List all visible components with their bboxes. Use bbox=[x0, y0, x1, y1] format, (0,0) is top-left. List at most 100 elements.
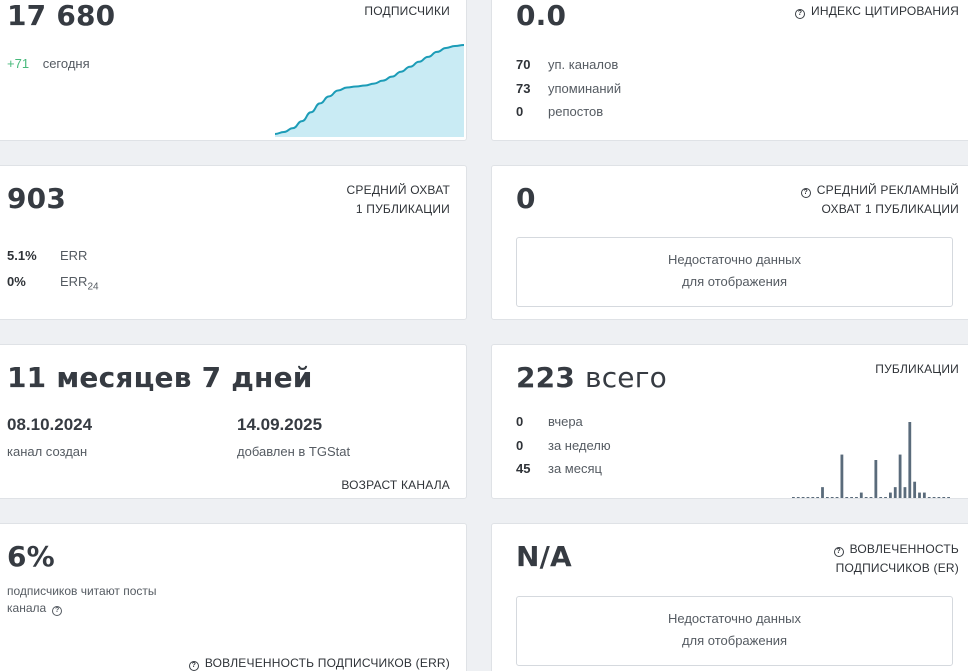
posts-bar bbox=[859, 492, 863, 498]
posts-bar bbox=[850, 497, 853, 498]
posts-bar bbox=[864, 497, 868, 498]
err-description: подписчиков читают посты канала? bbox=[7, 583, 157, 617]
posts-bar bbox=[806, 497, 810, 498]
subscribers-count: 17 680 bbox=[7, 0, 116, 32]
help-icon[interactable]: ? bbox=[800, 188, 811, 198]
ad-reach-title-line1: СРЕДНИЙ РЕКЛАМНЫЙ bbox=[816, 183, 959, 197]
posts-bar bbox=[811, 497, 815, 498]
posts-bar bbox=[922, 492, 926, 498]
ad-reach-nodata-line1: Недостаточно данных bbox=[668, 252, 801, 267]
posts-title: ПУБЛИКАЦИИ bbox=[875, 362, 959, 376]
subscribers-card: 17 680 ПОДПИСЧИКИ +71 сегодня bbox=[0, 0, 467, 141]
posts-month-label: за месяц bbox=[548, 461, 602, 476]
posts-bar bbox=[913, 481, 917, 498]
citation-channels-label: уп. каналов bbox=[548, 57, 619, 72]
reach-err-value: 5.1% bbox=[7, 248, 37, 263]
citation-channels-count: 70 bbox=[516, 57, 531, 72]
posts-row-yesterday: 0 вчера bbox=[516, 414, 583, 429]
subscribers-title: ПОДПИСЧИКИ bbox=[364, 4, 450, 18]
reach-title-line1: СРЕДНИЙ ОХВАТ bbox=[346, 183, 450, 197]
er-nodata-line1: Недостаточно данных bbox=[668, 611, 801, 626]
posts-row-month: 45 за месяц bbox=[516, 461, 602, 476]
posts-bar bbox=[927, 497, 931, 498]
reach-err-row: 5.1% ERR bbox=[7, 248, 87, 263]
er-title-line2: ПОДПИСЧИКОВ (ER) bbox=[835, 561, 959, 575]
citation-row-channels: 70 уп. каналов bbox=[516, 57, 618, 72]
channel-added-date: 14.09.2025 bbox=[237, 415, 323, 434]
reach-err24-subscript: 24 bbox=[87, 281, 99, 293]
posts-bar bbox=[903, 487, 907, 498]
posts-bar bbox=[942, 497, 946, 498]
posts-bar bbox=[869, 497, 873, 498]
posts-month-count: 45 bbox=[516, 461, 531, 476]
channel-age-title: ВОЗРАСТ КАНАЛА bbox=[341, 478, 450, 492]
citation-mentions-label: упоминаний bbox=[548, 81, 622, 96]
help-icon[interactable]: ? bbox=[795, 9, 806, 19]
posts-bar bbox=[884, 497, 887, 498]
posts-bar bbox=[816, 497, 820, 498]
er-title[interactable]: ? ВОВЛЕЧЕННОСТЬ ПОДПИСЧИКОВ (ER) bbox=[833, 540, 959, 578]
posts-bar bbox=[855, 497, 858, 498]
posts-card: 223 всего ПУБЛИКАЦИИ 0 вчера 0 за неделю 4… bbox=[491, 344, 968, 499]
posts-row-week: 0 за неделю bbox=[516, 438, 611, 453]
reach-err24-label: ERR bbox=[60, 274, 88, 289]
err-title-text: ВОВЛЕЧЕННОСТЬ ПОДПИСЧИКОВ (ERR) bbox=[204, 656, 450, 670]
posts-bar bbox=[821, 487, 824, 498]
er-card: N/A ? ВОВЛЕЧЕННОСТЬ ПОДПИСЧИКОВ (ER) Недо… bbox=[491, 523, 968, 671]
posts-bar bbox=[918, 492, 921, 498]
channel-added-label: добавлен в TGStat bbox=[237, 444, 351, 459]
err-description-line1: подписчиков читают посты bbox=[7, 584, 157, 598]
err-description-line2: канала bbox=[7, 601, 47, 615]
citation-row-mentions: 73 упоминаний bbox=[516, 81, 621, 96]
ad-reach-title[interactable]: ? СРЕДНИЙ РЕКЛАМНЫЙ ОХВАТ 1 ПУБЛИКАЦИИ bbox=[800, 181, 959, 219]
posts-yesterday-count: 0 bbox=[516, 414, 524, 429]
posts-bar bbox=[792, 497, 795, 498]
posts-bar bbox=[937, 497, 941, 498]
help-icon[interactable]: ? bbox=[188, 661, 199, 671]
channel-created-label: канал создан bbox=[7, 444, 88, 459]
posts-bar bbox=[825, 497, 829, 498]
ad-reach-nodata: Недостаточно данных для отображения bbox=[516, 237, 953, 307]
channel-age-card: 11 месяцев 7 дней 08.10.2024 канал созда… bbox=[0, 344, 467, 499]
help-icon[interactable]: ? bbox=[833, 547, 844, 557]
ad-reach-title-line2: ОХВАТ 1 ПУБЛИКАЦИИ bbox=[821, 202, 959, 216]
posts-week-label: за неделю bbox=[548, 438, 611, 453]
channel-created-date: 08.10.2024 bbox=[7, 415, 93, 434]
posts-bar bbox=[801, 497, 805, 498]
help-icon[interactable]: ? bbox=[52, 606, 63, 616]
posts-bar bbox=[879, 497, 883, 498]
ad-reach-card: 0 ? СРЕДНИЙ РЕКЛАМНЫЙ ОХВАТ 1 ПУБЛИКАЦИИ … bbox=[491, 165, 968, 320]
posts-bar bbox=[874, 460, 878, 498]
citation-reposts-label: репостов bbox=[548, 104, 604, 119]
ad-reach-value: 0 bbox=[516, 182, 536, 215]
reach-title: СРЕДНИЙ ОХВАТ 1 ПУБЛИКАЦИИ bbox=[347, 181, 450, 219]
posts-bar bbox=[796, 497, 800, 498]
posts-bar bbox=[830, 497, 834, 498]
posts-bar bbox=[840, 454, 844, 498]
subscribers-delta-row: +71 сегодня bbox=[7, 56, 90, 71]
subscribers-trend-area bbox=[275, 45, 464, 137]
er-nodata: Недостаточно данных для отображения bbox=[516, 596, 953, 666]
err-card: 6% подписчиков читают посты канала? ? ВОВ… bbox=[0, 523, 467, 671]
citation-title[interactable]: ? ИНДЕКС ЦИТИРОВАНИЯ bbox=[795, 2, 959, 21]
posts-total: 223 всего bbox=[516, 361, 667, 394]
err-title[interactable]: ? ВОВЛЕЧЕННОСТЬ ПОДПИСЧИКОВ (ERR) bbox=[188, 654, 450, 671]
subscribers-delta-label: сегодня bbox=[42, 56, 90, 71]
posts-total-word: всего bbox=[585, 361, 667, 394]
posts-bar bbox=[898, 454, 902, 498]
posts-yesterday-label: вчера bbox=[548, 414, 583, 429]
reach-card: 903 СРЕДНИЙ ОХВАТ 1 ПУБЛИКАЦИИ 5.1% ERR 0… bbox=[0, 165, 467, 320]
reach-err24-row: 0% ERR24 bbox=[7, 274, 99, 293]
posts-bar bbox=[947, 497, 950, 498]
er-value: N/A bbox=[516, 540, 572, 573]
posts-week-count: 0 bbox=[516, 438, 524, 453]
posts-total-count: 223 bbox=[516, 361, 576, 394]
err-value: 6% bbox=[7, 540, 55, 573]
posts-bar bbox=[932, 497, 936, 498]
channel-age-value: 11 месяцев 7 дней bbox=[7, 361, 313, 394]
subscribers-trend-chart bbox=[274, 44, 465, 137]
reach-value: 903 bbox=[7, 182, 67, 215]
citation-card: 0.0 ? ИНДЕКС ЦИТИРОВАНИЯ 70 уп. каналов 73… bbox=[491, 0, 968, 141]
posts-bar bbox=[889, 492, 892, 498]
reach-err-label: ERR bbox=[60, 248, 88, 263]
